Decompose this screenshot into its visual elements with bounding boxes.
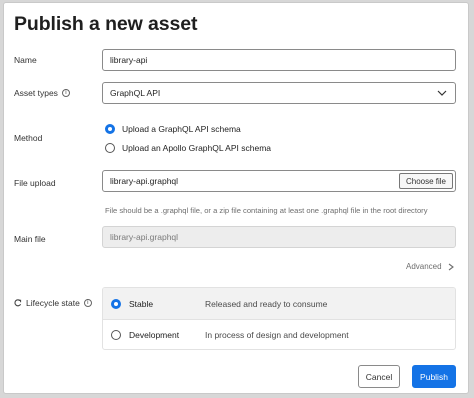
chevron-down-icon — [437, 90, 447, 96]
lifecycle-options: Stable Released and ready to consume Dev… — [102, 287, 456, 350]
name-input-value: library-api — [110, 55, 148, 65]
lifecycle-icon — [14, 299, 22, 307]
info-icon[interactable]: i — [61, 89, 70, 97]
cancel-button[interactable]: Cancel — [358, 365, 400, 388]
method-option-label: Upload an Apollo GraphQL API schema — [122, 143, 271, 153]
page-title: Publish a new asset — [14, 13, 198, 35]
lifecycle-label: Lifecycle state i — [14, 298, 92, 308]
asset-types-select[interactable]: GraphQL API — [102, 82, 456, 104]
method-option-label: Upload a GraphQL API schema — [122, 124, 241, 134]
lifecycle-option-name: Development — [129, 330, 180, 340]
name-label-text: Name — [14, 55, 37, 65]
lifecycle-option-development[interactable]: Development In process of design and dev… — [103, 319, 455, 349]
advanced-label: Advanced — [406, 262, 442, 271]
main-file-label-text: Main file — [14, 234, 46, 244]
method-label: Method — [14, 133, 42, 143]
radio-selected[interactable] — [111, 298, 121, 309]
chevron-right-icon — [448, 263, 454, 270]
radio-unselected[interactable] — [105, 143, 115, 153]
method-option-graphql[interactable]: Upload a GraphQL API schema — [105, 124, 241, 134]
name-input[interactable]: library-api — [102, 49, 456, 71]
method-option-apollo[interactable]: Upload an Apollo GraphQL API schema — [105, 143, 271, 153]
main-file-value: library-api.graphql — [110, 232, 179, 242]
file-help-text: File should be a .graphql file, or a zip… — [105, 206, 428, 215]
lifecycle-option-description: In process of design and development — [205, 330, 349, 340]
info-icon[interactable]: i — [83, 299, 92, 307]
lifecycle-option-stable[interactable]: Stable Released and ready to consume — [103, 288, 455, 319]
lifecycle-label-text: Lifecycle state — [26, 298, 80, 308]
asset-types-label-text: Asset types — [14, 88, 58, 98]
file-upload-value: library-api.graphql — [110, 176, 179, 186]
asset-types-value: GraphQL API — [110, 88, 161, 98]
radio-unselected[interactable] — [111, 330, 121, 340]
main-file-label: Main file — [14, 234, 46, 244]
publish-asset-dialog: Publish a new asset Name library-api Ass… — [3, 2, 469, 394]
method-label-text: Method — [14, 133, 43, 143]
file-upload-label: File upload — [14, 178, 56, 188]
advanced-toggle[interactable]: Advanced — [406, 262, 454, 271]
asset-types-label: Asset types i — [14, 88, 70, 98]
choose-file-button[interactable]: Choose file — [398, 173, 453, 189]
lifecycle-option-description: Released and ready to consume — [205, 298, 328, 309]
lifecycle-option-name: Stable — [129, 298, 154, 309]
file-upload-input[interactable]: library-api.graphql Choose file — [102, 170, 456, 192]
publish-button[interactable]: Publish — [412, 365, 456, 388]
name-label: Name — [14, 55, 37, 65]
main-file-input: library-api.graphql — [102, 226, 456, 248]
file-upload-label-text: File upload — [14, 178, 56, 188]
radio-selected[interactable] — [105, 124, 115, 134]
